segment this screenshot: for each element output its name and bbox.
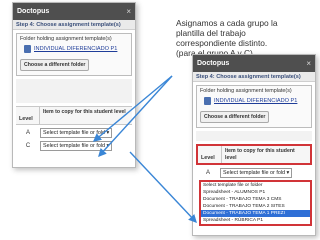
app-bar: Doctopus × bbox=[193, 55, 315, 72]
close-icon[interactable]: × bbox=[126, 7, 131, 16]
choose-folder-button[interactable]: Choose a different folder bbox=[20, 59, 90, 71]
folder-link[interactable]: INDIVIDUAL DIFERENCIADO P1 bbox=[214, 98, 297, 104]
caption-text: Asignamos a cada grupo la plantilla del … bbox=[176, 18, 316, 58]
folder-box: Folder holding assignment template(s) IN… bbox=[196, 85, 312, 128]
step-title: Step 4: Choose assignment template(s) bbox=[193, 72, 315, 82]
folder-row: INDIVIDUAL DIFERENCIADO P1 bbox=[204, 97, 308, 105]
doctopus-panel-after: Doctopus × Step 4: Choose assignment tem… bbox=[192, 54, 316, 236]
level-header: Level bbox=[198, 146, 222, 163]
caption-line: correspondiente distinto. bbox=[176, 38, 268, 48]
blank-area bbox=[196, 131, 312, 141]
blank-area bbox=[16, 79, 132, 103]
select-value: Select template file or fold bbox=[43, 143, 106, 149]
doctopus-panel-before: Doctopus × Step 4: Choose assignment tem… bbox=[12, 2, 136, 168]
arrow-to-dropdown bbox=[129, 151, 197, 224]
close-icon[interactable]: × bbox=[306, 59, 311, 68]
dropdown-option[interactable]: Document - TRABAJO TEMA 3 CMS bbox=[201, 196, 310, 203]
dropdown-option[interactable]: Spreadsheet - ALUMNOS P1 bbox=[201, 189, 310, 196]
folder-legend: Folder holding assignment template(s) bbox=[200, 88, 292, 94]
row-level-label: C bbox=[25, 143, 31, 149]
dropdown-option[interactable]: Select template file or folder bbox=[201, 182, 310, 189]
template-select-a[interactable]: Select template file or fold ▾ bbox=[40, 128, 113, 138]
template-select-a[interactable]: Select template file or fold ▾ bbox=[220, 168, 293, 178]
dropdown-option[interactable]: Document - TRABAJO TEMA 2 SITES bbox=[201, 203, 310, 210]
template-select-c[interactable]: Select template file or fold ▾ bbox=[40, 141, 113, 151]
app-bar: Doctopus × bbox=[13, 3, 135, 20]
item-header: Item to copy for this student level bbox=[225, 148, 295, 161]
dropdown-option-highlighted[interactable]: Document - TRABAJO TEMA 1 PREZI bbox=[201, 210, 310, 217]
level-header: Level bbox=[16, 107, 40, 124]
choose-folder-button[interactable]: Choose a different folder bbox=[200, 111, 270, 123]
table-header: Level Item to copy for this student leve… bbox=[196, 144, 312, 165]
step-title: Step 4: Choose assignment template(s) bbox=[13, 20, 135, 30]
folder-box: Folder holding assignment template(s) IN… bbox=[16, 33, 132, 76]
table-row: A Select template file or fold ▾ bbox=[16, 128, 132, 138]
row-level-label: A bbox=[205, 170, 210, 176]
document-icon bbox=[24, 45, 31, 53]
app-title: Doctopus bbox=[197, 60, 230, 67]
folder-row: INDIVIDUAL DIFERENCIADO P1 bbox=[24, 45, 128, 53]
folder-link[interactable]: INDIVIDUAL DIFERENCIADO P1 bbox=[34, 46, 117, 52]
select-value: Select template file or fold bbox=[223, 170, 286, 176]
dropdown-option[interactable]: Spreadsheet - RÚBRICA P1 bbox=[201, 217, 310, 224]
template-dropdown-list: Select template file or folder Spreadshe… bbox=[199, 180, 312, 226]
select-value: Select template file or fold bbox=[43, 130, 106, 136]
table-row: A Select template file or fold ▾ bbox=[196, 168, 312, 178]
app-title: Doctopus bbox=[17, 8, 50, 15]
table-header: Level Item to copy for this student leve… bbox=[16, 106, 132, 125]
document-icon bbox=[204, 97, 211, 105]
table-row: C Select template file or fold ▾ bbox=[16, 141, 132, 151]
caption-line: plantilla del trabajo bbox=[176, 28, 246, 38]
folder-legend: Folder holding assignment template(s) bbox=[20, 36, 112, 42]
caption-line: Asignamos a cada grupo la bbox=[176, 18, 278, 28]
row-level-label: A bbox=[25, 130, 30, 136]
item-header: Item to copy for this student level bbox=[43, 109, 126, 115]
